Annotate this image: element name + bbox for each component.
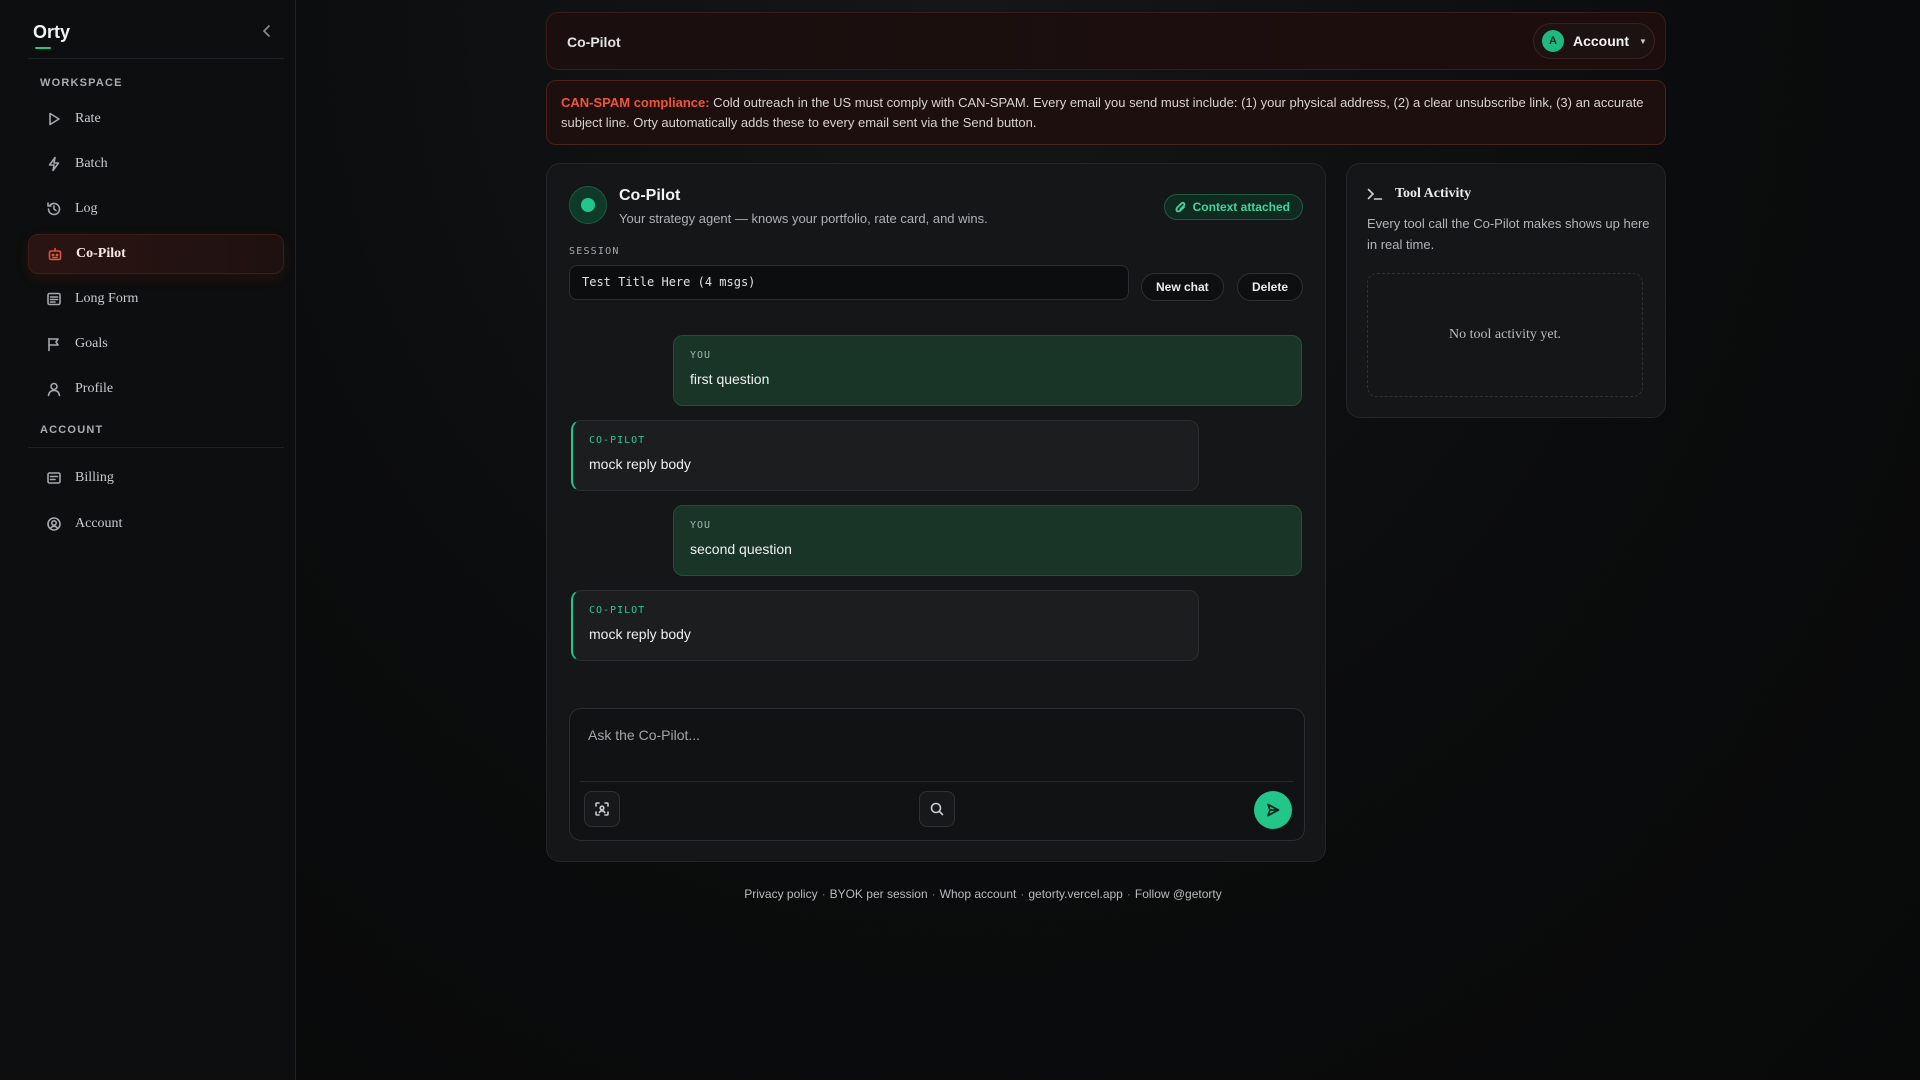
scan-face-icon bbox=[595, 802, 609, 816]
copilot-title: Co-Pilot bbox=[619, 187, 681, 204]
footer-link-follow[interactable]: Follow @getorty bbox=[1135, 887, 1222, 901]
message-role: CO-PILOT bbox=[589, 435, 646, 446]
chat-message-copilot: CO-PILOT mock reply body bbox=[571, 420, 1199, 491]
sidebar-item-billing[interactable]: Billing bbox=[28, 458, 284, 498]
footer-separator: · bbox=[931, 887, 936, 901]
section-workspace: WORKSPACE bbox=[40, 77, 123, 89]
chevron-left-icon bbox=[262, 25, 270, 37]
account-label: Account bbox=[1573, 33, 1629, 49]
tool-activity-title: Tool Activity bbox=[1395, 186, 1472, 201]
sidebar-item-label: Co-Pilot bbox=[76, 246, 126, 261]
footer-separator: · bbox=[1126, 887, 1131, 901]
sidebar-item-account[interactable]: Account bbox=[28, 504, 284, 544]
chat-input[interactable] bbox=[570, 709, 1304, 781]
message-text: first question bbox=[690, 371, 770, 387]
message-text: mock reply body bbox=[589, 626, 691, 642]
bot-icon bbox=[45, 244, 65, 264]
send-icon bbox=[1267, 803, 1280, 817]
top-bar: Co-Pilot A Account ▼ bbox=[546, 12, 1666, 70]
new-chat-button[interactable]: New chat bbox=[1141, 273, 1224, 301]
context-attached-badge[interactable]: Context attached bbox=[1163, 194, 1303, 220]
paperclip-icon bbox=[1175, 201, 1185, 213]
copilot-subtitle: Your strategy agent — knows your portfol… bbox=[619, 211, 988, 226]
sidebar: Orty WORKSPACE Rate Batch Log Co-Pilot L… bbox=[0, 0, 296, 1080]
account-menu-button[interactable]: A Account ▼ bbox=[1533, 23, 1655, 59]
page-title: Co-Pilot bbox=[567, 34, 621, 50]
card-icon bbox=[44, 468, 64, 488]
footer-link-privacy[interactable]: Privacy policy bbox=[744, 887, 817, 901]
sidebar-item-label: Log bbox=[75, 201, 98, 216]
sidebar-item-label: Batch bbox=[75, 156, 108, 171]
sidebar-item-label: Billing bbox=[75, 470, 114, 485]
search-button[interactable] bbox=[919, 791, 955, 827]
send-button[interactable] bbox=[1254, 791, 1292, 829]
message-role: CO-PILOT bbox=[589, 605, 646, 616]
avatar: A bbox=[1542, 30, 1564, 52]
brand-logo[interactable]: Orty bbox=[33, 22, 70, 43]
footer-separator: · bbox=[821, 887, 826, 901]
chat-message-user: YOU second question bbox=[673, 505, 1302, 576]
sidebar-item-label: Long Form bbox=[75, 291, 139, 306]
document-icon bbox=[44, 289, 64, 309]
history-icon bbox=[44, 199, 64, 219]
sidebar-item-co-pilot[interactable]: Co-Pilot bbox=[28, 234, 284, 274]
message-role: YOU bbox=[690, 520, 712, 531]
copilot-card: Co-Pilot Your strategy agent — knows you… bbox=[546, 163, 1326, 862]
session-label: SESSION bbox=[569, 246, 620, 257]
screen-capture-button[interactable] bbox=[584, 791, 620, 827]
flag-icon bbox=[44, 334, 64, 354]
sidebar-item-rate[interactable]: Rate bbox=[28, 99, 284, 139]
message-role: YOU bbox=[690, 350, 712, 361]
sidebar-item-log[interactable]: Log bbox=[28, 189, 284, 229]
footer-link-site[interactable]: getorty.vercel.app bbox=[1028, 887, 1123, 901]
footer: Privacy policy · BYOK per session · Whop acc… bbox=[0, 887, 1920, 901]
play-icon bbox=[44, 109, 64, 129]
footer-separator: · bbox=[1020, 887, 1025, 901]
section-account: ACCOUNT bbox=[40, 424, 104, 436]
chat-message-copilot: CO-PILOT mock reply body bbox=[571, 590, 1199, 661]
banner-text: Cold outreach in the US must comply with… bbox=[561, 95, 1644, 130]
sidebar-item-goals[interactable]: Goals bbox=[28, 324, 284, 364]
delete-button[interactable]: Delete bbox=[1237, 273, 1304, 301]
sidebar-item-label: Profile bbox=[75, 381, 114, 396]
sidebar-item-long-form[interactable]: Long Form bbox=[28, 279, 284, 319]
message-text: second question bbox=[690, 541, 792, 557]
sidebar-item-profile[interactable]: Profile bbox=[28, 369, 284, 409]
sidebar-divider bbox=[28, 447, 284, 448]
tool-activity-empty-state: No tool activity yet. bbox=[1367, 273, 1643, 397]
account-circle-icon bbox=[44, 514, 64, 534]
footer-link-byok[interactable]: BYOK per session bbox=[830, 887, 928, 901]
tool-activity-description: Every tool call the Co-Pilot makes shows… bbox=[1367, 216, 1650, 252]
footer-link-whop[interactable]: Whop account bbox=[940, 887, 1017, 901]
terminal-icon bbox=[1367, 188, 1383, 200]
bolt-icon bbox=[44, 154, 64, 174]
sidebar-item-batch[interactable]: Batch bbox=[28, 144, 284, 184]
chat-message-user: YOU first question bbox=[673, 335, 1302, 406]
caret-down-icon: ▼ bbox=[1639, 36, 1647, 46]
chat-composer bbox=[569, 708, 1305, 841]
status-dot-icon bbox=[569, 186, 607, 224]
sidebar-item-label: Account bbox=[75, 516, 123, 531]
sidebar-item-label: Goals bbox=[75, 336, 108, 351]
session-select[interactable]: Test Title Here (4 msgs) bbox=[569, 265, 1129, 300]
tool-activity-heading: Tool Activity bbox=[1367, 186, 1471, 202]
brand-underline bbox=[35, 47, 51, 49]
collapse-sidebar-button[interactable] bbox=[258, 24, 276, 42]
context-badge-label: Context attached bbox=[1192, 200, 1290, 214]
tool-activity-card: Tool Activity Every tool call the Co-Pil… bbox=[1346, 163, 1666, 418]
composer-divider bbox=[580, 781, 1294, 782]
user-icon bbox=[44, 379, 64, 399]
banner-key: CAN-SPAM compliance: bbox=[561, 95, 710, 110]
sidebar-divider bbox=[28, 58, 284, 59]
message-text: mock reply body bbox=[589, 456, 691, 472]
search-icon bbox=[930, 802, 944, 816]
sidebar-item-label: Rate bbox=[75, 111, 101, 126]
compliance-banner: CAN-SPAM compliance: Cold outreach in th… bbox=[546, 80, 1666, 145]
